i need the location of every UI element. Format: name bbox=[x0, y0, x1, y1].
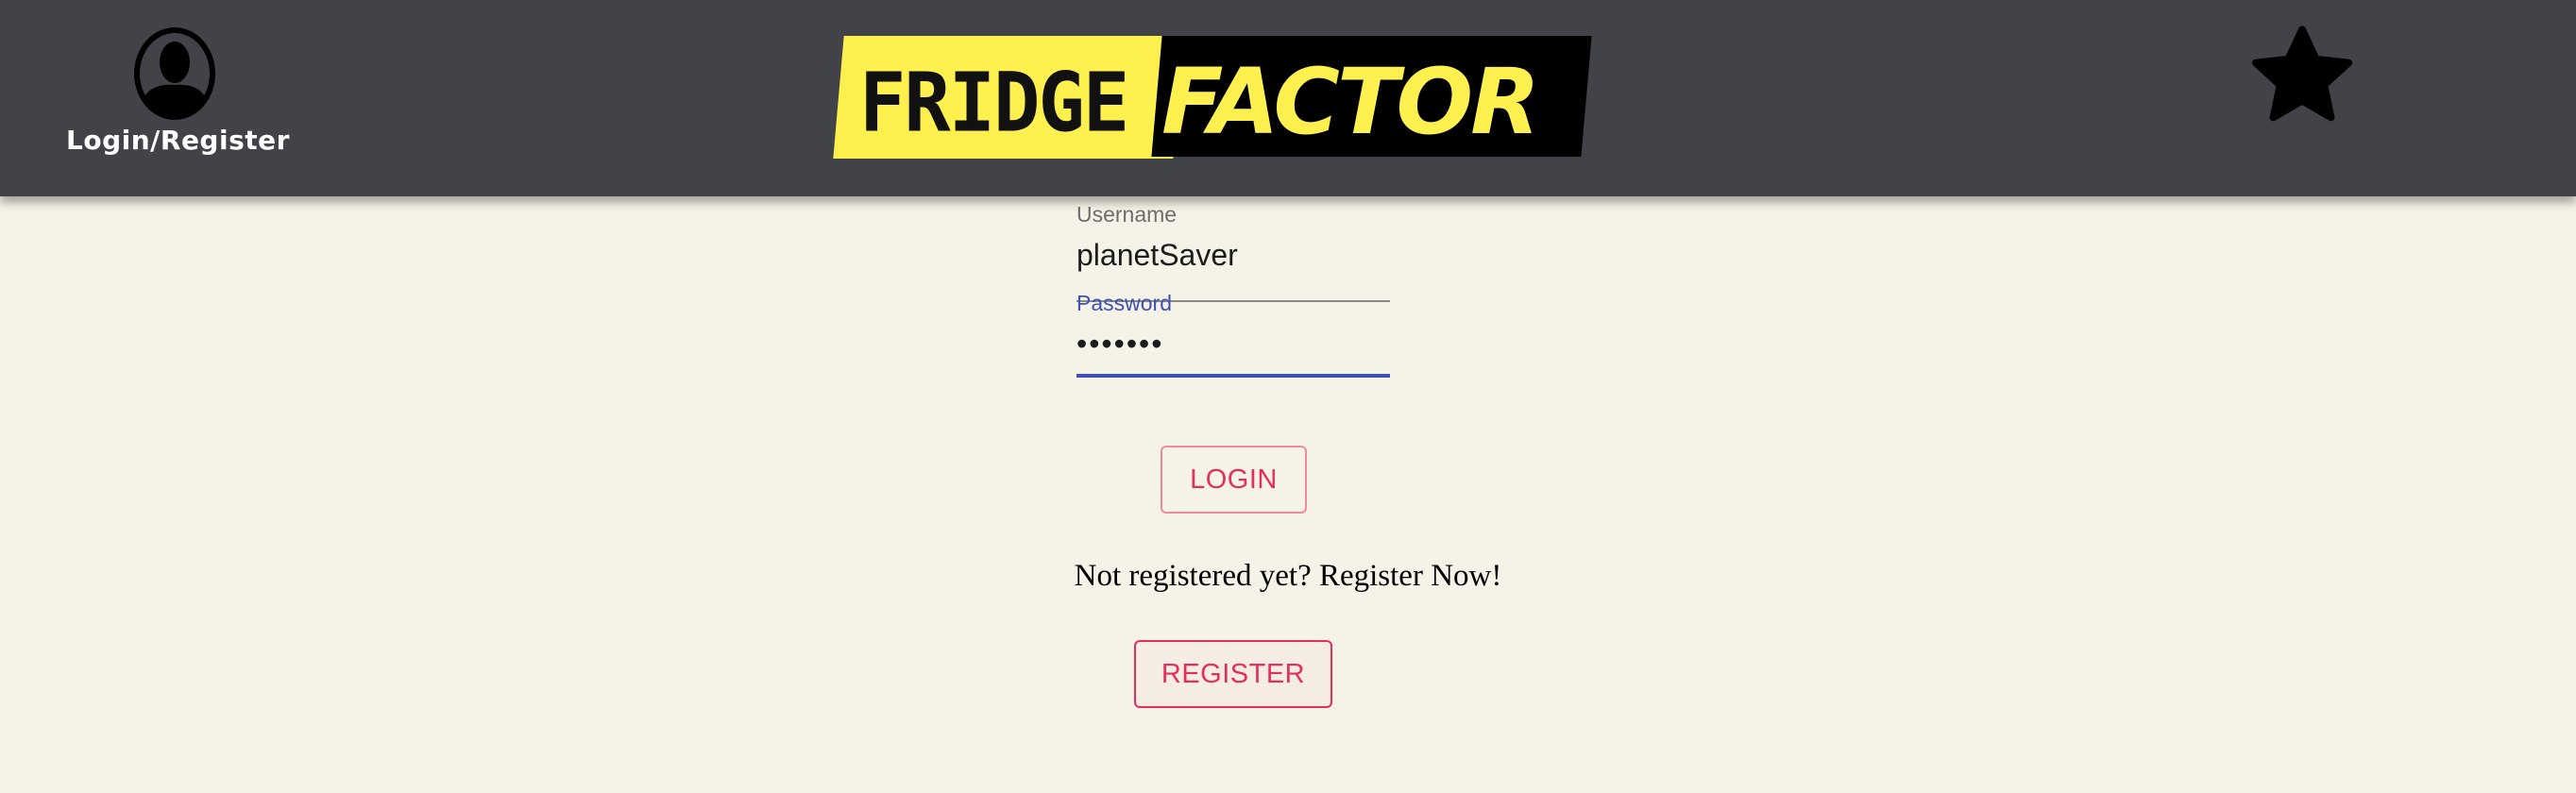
password-label: Password bbox=[1076, 291, 1172, 315]
password-underline bbox=[1076, 374, 1390, 378]
login-button[interactable]: LOGIN bbox=[1161, 446, 1307, 514]
password-field[interactable]: ••••••• bbox=[1076, 327, 1163, 362]
favorites-button[interactable] bbox=[2247, 23, 2357, 131]
login-register-label: Login/Register bbox=[66, 125, 290, 156]
login-register-link[interactable]: Login/Register bbox=[66, 25, 290, 156]
logo-text-fridge: FRIDGE bbox=[859, 56, 1129, 151]
fridge-factor-logo[interactable]: FRIDGE FACTOR bbox=[831, 34, 1609, 160]
star-icon bbox=[2251, 25, 2353, 122]
username-label: Username bbox=[1076, 202, 1178, 227]
app-header: Login/Register FRIDGE FACTOR bbox=[0, 0, 2576, 196]
register-button[interactable]: REGISTER bbox=[1134, 640, 1332, 708]
username-field[interactable]: planetSaver bbox=[1076, 238, 1238, 273]
user-avatar-icon bbox=[134, 27, 215, 120]
logo-text-factor: FACTOR bbox=[1161, 49, 1540, 155]
register-prompt: Not registered yet? Register Now! bbox=[1074, 559, 1502, 593]
